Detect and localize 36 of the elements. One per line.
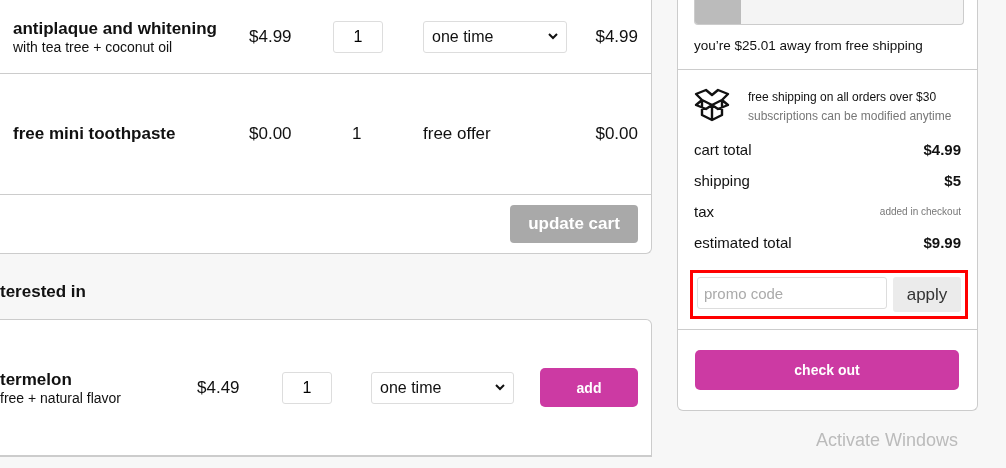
activation-notice: Activate Windows [816, 430, 960, 451]
summary-label: cart total [694, 141, 752, 158]
frequency-dropdown[interactable]: one time [423, 20, 567, 53]
summary-value: added in checkout [879, 206, 961, 217]
caret-icon [548, 33, 558, 40]
summary-value: $4.99 [923, 141, 961, 158]
unit-price: $0.00 [249, 124, 293, 144]
promo-code-field[interactable]: promo code [697, 277, 887, 309]
product-name: free mini toothpaste [13, 124, 177, 144]
summary-value: $9.99 [923, 234, 961, 251]
shipping-info: free shipping on all orders over $30 [748, 89, 938, 106]
quantity: 1 [351, 124, 363, 144]
box-icon [694, 88, 730, 122]
summary-label: shipping [694, 172, 750, 189]
product-description: free + natural flavor [0, 389, 122, 406]
caret-icon [495, 384, 505, 391]
frequency: free offer [423, 124, 492, 144]
quantity-field[interactable]: 1 [333, 20, 383, 53]
apply-button[interactable]: apply [893, 277, 961, 312]
shipping-message: you’re $25.01 away from free shipping [694, 38, 924, 53]
quantity-field[interactable]: 1 [282, 371, 332, 404]
line-total: $0.00 [594, 124, 638, 144]
line-total: $4.99 [594, 26, 638, 47]
section-heading: terested in [0, 281, 87, 303]
summary-value: $5 [944, 172, 961, 189]
unit-price: $4.49 [197, 377, 241, 398]
product-name: termelon [0, 369, 73, 390]
subscription-note: subscriptions can be modified anytime [748, 108, 952, 125]
summary-label: tax [694, 203, 714, 220]
frequency-dropdown[interactable]: one time [371, 371, 514, 404]
add-button[interactable]: add [540, 368, 638, 407]
product-description: with tea tree + coconut oil [13, 38, 174, 55]
unit-price: $4.99 [249, 26, 293, 47]
summary-label: estimated total [694, 234, 792, 251]
product-name: antiplaque and whitening [13, 18, 218, 39]
checkout-button[interactable]: check out [695, 350, 959, 390]
